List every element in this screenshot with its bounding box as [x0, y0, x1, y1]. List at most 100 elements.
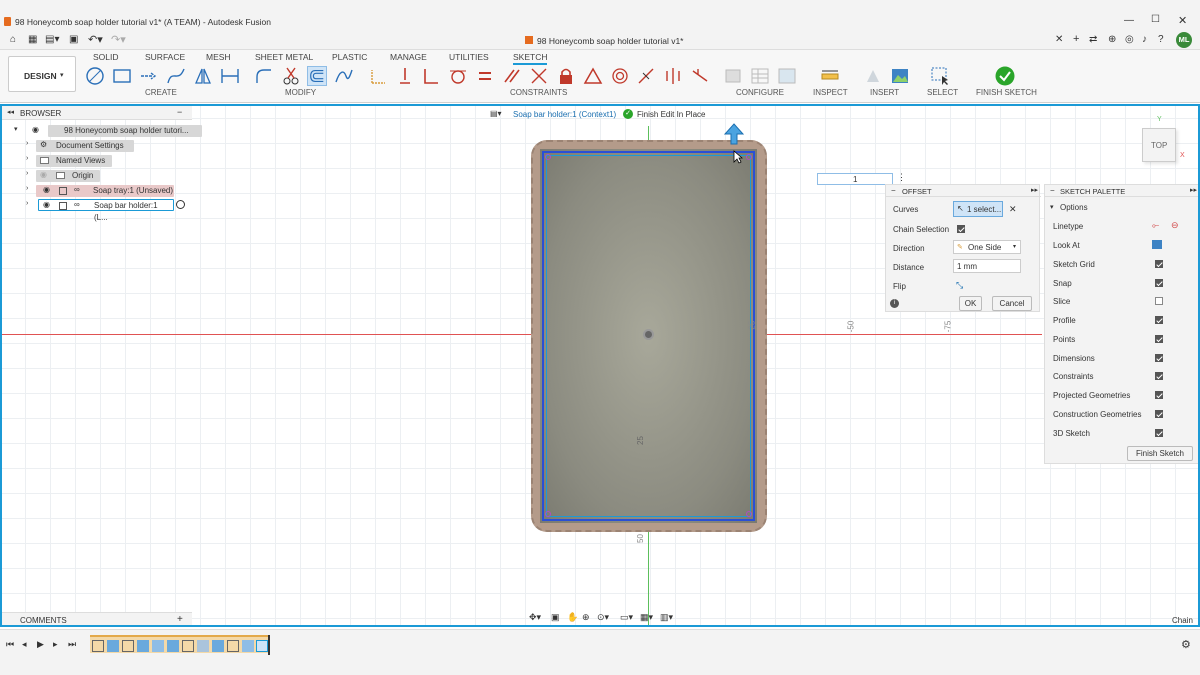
configure-tool-icon[interactable]	[723, 66, 743, 86]
constraints-checkbox[interactable]	[1155, 372, 1163, 380]
equal-icon[interactable]	[475, 66, 495, 86]
rectangle-tool-icon[interactable]	[112, 66, 132, 86]
timeline-mirror-icon[interactable]	[242, 640, 254, 652]
job-status-icon[interactable]: ◎	[1125, 34, 1134, 45]
group-inspect[interactable]: INSPECT	[813, 88, 848, 97]
tab-utilities[interactable]: UTILITIES	[449, 52, 489, 62]
minimize-panel-icon[interactable]: −	[1050, 186, 1055, 195]
add-comment-icon[interactable]: +	[177, 614, 183, 625]
group-finish-sketch[interactable]: FINISH SKETCH	[976, 88, 1037, 97]
measure-tool-icon[interactable]	[820, 66, 840, 86]
extensions-icon[interactable]: ⊕	[1108, 34, 1116, 45]
close-window-button[interactable]: ✕	[1178, 14, 1187, 27]
concentric-icon[interactable]	[610, 66, 630, 86]
more-options-icon[interactable]: ⋮	[897, 172, 906, 183]
3d-sketch-checkbox[interactable]	[1155, 429, 1163, 437]
tab-manage[interactable]: MANAGE	[390, 52, 427, 62]
sketch-point[interactable]	[746, 511, 752, 517]
timeline-sketch-icon[interactable]	[92, 640, 104, 652]
help-icon[interactable]: ?	[1158, 34, 1164, 45]
notifications-icon[interactable]: ♪	[1142, 34, 1147, 45]
browser-header[interactable]: ◂◂ BROWSER −	[2, 106, 192, 120]
browser-item-soap-tray[interactable]: › Soap tray:1 (Unsaved) ◉ ∞	[26, 185, 186, 197]
profile-checkbox[interactable]	[1155, 316, 1163, 324]
construction-linetype-icon[interactable]: ⟜	[1152, 220, 1159, 231]
maximize-button[interactable]: ☐	[1151, 14, 1160, 25]
collapse-panel-icon[interactable]: ◂◂	[7, 108, 14, 116]
offset-value-input[interactable]: 1	[817, 173, 893, 185]
sketch-point[interactable]	[545, 511, 551, 517]
coincident-icon[interactable]	[395, 66, 415, 86]
curvature-icon[interactable]	[690, 66, 710, 86]
spline-tool-icon[interactable]	[166, 66, 186, 86]
projected-geometries-checkbox[interactable]	[1155, 391, 1163, 399]
finish-sketch-check-icon[interactable]	[995, 66, 1015, 86]
browser-item-origin[interactable]: › Origin ◉	[26, 170, 186, 182]
undo-icon[interactable]: ↶▾	[88, 33, 103, 46]
group-constraints[interactable]: CONSTRAINTS	[510, 88, 567, 97]
timeline-plane-icon[interactable]	[197, 640, 209, 652]
comments-panel[interactable]: COMMENTS +	[2, 612, 192, 625]
new-tab-icon[interactable]: +	[1073, 33, 1079, 45]
last-step-icon[interactable]: ⏭	[68, 639, 76, 650]
construction-geometries-checkbox[interactable]	[1155, 410, 1163, 418]
chevron-right-icon[interactable]: ›	[26, 185, 28, 192]
viewports-icon[interactable]: ▥▾	[660, 612, 673, 623]
home-icon[interactable]: ⌂	[10, 34, 16, 45]
snap-checkbox[interactable]	[1155, 279, 1163, 287]
chevron-right-icon[interactable]: ›	[26, 170, 28, 177]
context-label[interactable]: Soap bar holder:1 (Context1)	[513, 110, 616, 119]
sketch-point[interactable]	[746, 154, 752, 160]
eye-icon[interactable]: ◉	[32, 125, 39, 134]
timeline-fillet-icon[interactable]	[152, 640, 164, 652]
curves-selector[interactable]: ↖ 1 select...	[953, 201, 1003, 217]
chevron-right-icon[interactable]: ›	[26, 200, 28, 207]
chain-selection-checkbox[interactable]	[957, 225, 965, 233]
zoom-icon[interactable]: ⊕	[582, 612, 590, 623]
trim-tool-icon[interactable]	[281, 66, 301, 86]
group-select[interactable]: SELECT	[927, 88, 958, 97]
tab-plastic[interactable]: PLASTIC	[332, 52, 367, 62]
cancel-button[interactable]: Cancel	[992, 296, 1032, 311]
sketch-palette-header[interactable]: − SKETCH PALETTE ▸▸	[1045, 185, 1198, 197]
clear-selection-icon[interactable]: ✕	[1009, 204, 1017, 215]
move-tool-icon[interactable]	[334, 66, 354, 86]
timeline-sketch-icon[interactable]	[227, 640, 239, 652]
minimize-panel-icon[interactable]: −	[891, 186, 896, 195]
info-icon[interactable]: i	[890, 299, 899, 308]
browser-item-document-settings[interactable]: › Document Settings ⚙	[26, 140, 186, 152]
tab-sketch[interactable]: SKETCH	[513, 52, 548, 65]
slice-checkbox[interactable]	[1155, 297, 1163, 305]
select-tool-icon[interactable]	[930, 66, 950, 86]
dimension-tool-icon[interactable]	[220, 66, 240, 86]
close-tab-icon[interactable]: ✕	[1055, 34, 1063, 45]
chevron-down-icon[interactable]: ▾	[14, 125, 18, 133]
chevron-right-icon[interactable]: ›	[26, 140, 28, 147]
grid-icon[interactable]: ▦	[28, 34, 37, 45]
tab-surface[interactable]: SURFACE	[145, 52, 185, 62]
expand-panel-icon[interactable]: ▸▸	[1031, 186, 1038, 194]
dimensions-checkbox[interactable]	[1155, 354, 1163, 362]
collinear-icon[interactable]	[529, 66, 549, 86]
timeline-settings-gear-icon[interactable]: ⚙	[1181, 638, 1191, 651]
horizontal-vertical-icon[interactable]	[368, 66, 388, 86]
orbit-icon[interactable]: ✥▾	[529, 612, 541, 623]
timeline-extrude-icon[interactable]	[107, 640, 119, 652]
sketch-grid-checkbox[interactable]	[1155, 260, 1163, 268]
tab-mesh[interactable]: MESH	[206, 52, 231, 62]
look-at-icon[interactable]	[1152, 240, 1162, 249]
chevron-right-icon[interactable]: ›	[26, 155, 28, 162]
context-options-icon[interactable]: ▤▾	[490, 109, 502, 118]
offset-tool-icon[interactable]	[307, 66, 327, 86]
workspace-switcher[interactable]: DESIGN ▾	[8, 56, 76, 92]
direction-dropdown[interactable]: ✎ One Side ▾	[953, 240, 1021, 254]
offset-dialog-header[interactable]: − OFFSET ▸▸	[886, 185, 1041, 197]
slot-tool-icon[interactable]	[139, 66, 159, 86]
timeline-sketch-icon[interactable]	[122, 640, 134, 652]
timeline-active-sketch-icon[interactable]	[256, 640, 268, 652]
group-configure[interactable]: CONFIGURE	[736, 88, 784, 97]
first-step-icon[interactable]: ⏮	[6, 639, 14, 650]
expand-panel-icon[interactable]: ▸▸	[1190, 186, 1197, 194]
timeline-track[interactable]	[90, 635, 270, 653]
finish-edit-in-place[interactable]: Finish Edit In Place	[637, 110, 705, 119]
